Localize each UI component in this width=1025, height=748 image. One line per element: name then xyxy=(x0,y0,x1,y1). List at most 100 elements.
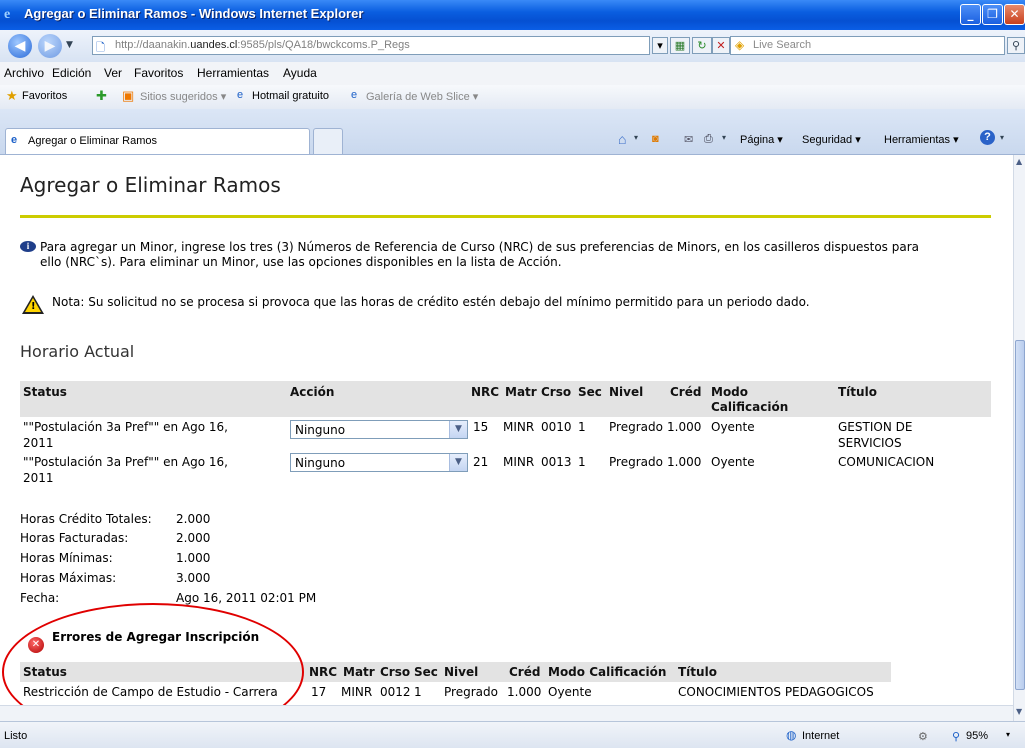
err-row-titulo: CONOCIMIENTOS PEDAGOGICOS xyxy=(678,685,874,699)
minimize-button[interactable]: _ xyxy=(960,4,981,25)
schedule-title: Horario Actual xyxy=(20,342,135,361)
fav-item-sugeridos[interactable]: Sitios sugeridos ▾ xyxy=(140,90,226,103)
page-content: Agregar o Eliminar Ramos i Para agregar … xyxy=(0,155,1013,705)
add-favorites-icon[interactable]: ✚ xyxy=(96,88,107,104)
fav-item-hotmail[interactable]: Hotmail gratuito xyxy=(252,90,329,102)
row2-nrc: 21 xyxy=(473,455,489,469)
live-search-icon: ◈ xyxy=(735,38,745,52)
summary-label-total: Horas Crédito Totales: xyxy=(20,512,152,526)
scroll-up-icon[interactable]: ▲ xyxy=(1016,157,1022,166)
menu-herramientas[interactable]: Herramientas xyxy=(197,66,269,80)
horizontal-scrollbar[interactable] xyxy=(0,705,1013,722)
vertical-scroll-thumb[interactable] xyxy=(1015,340,1025,690)
url-prefix: http://daanakin. xyxy=(115,39,191,51)
warning-icon-mark: ! xyxy=(31,301,36,312)
row2-accion-select[interactable]: Ninguno ▼ xyxy=(290,453,468,472)
err-th-crso: Crso xyxy=(380,665,411,679)
row1-nrc: 15 xyxy=(473,420,489,434)
title-rule xyxy=(20,215,991,218)
cmd-pagina[interactable]: Página ▾ xyxy=(740,133,783,146)
ie-page-icon: e xyxy=(237,89,244,101)
menu-ver[interactable]: Ver xyxy=(104,66,122,80)
status-bar: Listo ◍ Internet ⚙ ⚲ 95% ▾ xyxy=(0,721,1025,748)
row1-status-year: 2011 xyxy=(23,436,54,450)
search-placeholder: Live Search xyxy=(753,39,812,51)
forward-button[interactable]: ▶ xyxy=(38,34,62,58)
search-button[interactable]: ⚲ xyxy=(1007,37,1025,54)
row2-matr: MINR xyxy=(503,455,535,469)
summary-label-fecha: Fecha: xyxy=(20,591,60,605)
row2-crso: 0013 xyxy=(541,455,572,469)
row1-modo: Oyente xyxy=(711,420,755,434)
home-icon[interactable]: ⌂ xyxy=(618,131,626,147)
row1-titulo: GESTION DE xyxy=(838,420,913,434)
row2-cred: 1.000 xyxy=(667,455,702,469)
search-input[interactable]: ◈ Live Search xyxy=(730,36,1005,55)
th-titulo: Título xyxy=(838,385,877,399)
home-dropdown-icon[interactable]: ▾ xyxy=(634,133,638,142)
help-icon[interactable]: ? xyxy=(980,130,995,145)
err-row-nivel: Pregrado xyxy=(444,685,498,699)
feeds-icon[interactable]: ◙ xyxy=(652,133,659,145)
cmd-seguridad[interactable]: Seguridad ▾ xyxy=(802,133,861,146)
row2-accion-value: Ninguno xyxy=(295,456,346,470)
mail-icon[interactable]: ✉ xyxy=(684,133,693,146)
err-th-modo: Modo Calificación xyxy=(548,665,667,679)
cmd-herramientas[interactable]: Herramientas ▾ xyxy=(884,133,959,146)
menu-edicion[interactable]: Edición xyxy=(52,66,91,80)
row1-accion-select[interactable]: Ninguno ▼ xyxy=(290,420,468,439)
th-sec: Sec xyxy=(578,385,602,399)
err-row-sec: 1 xyxy=(414,685,422,699)
zoom-icon[interactable]: ⚲ xyxy=(952,730,960,743)
compatibility-view-icon[interactable]: ▦ xyxy=(670,37,690,54)
help-dropdown-icon[interactable]: ▾ xyxy=(1000,133,1004,142)
address-dropdown-button[interactable]: ▾ xyxy=(652,37,668,54)
favorites-star-icon: ★ xyxy=(6,88,18,103)
menu-archivo[interactable]: Archivo xyxy=(4,66,44,80)
zoom-level[interactable]: 95% xyxy=(966,730,988,742)
zoom-dropdown-icon[interactable]: ▾ xyxy=(1006,730,1010,739)
tab-agregar[interactable]: e Agregar o Eliminar Ramos xyxy=(5,128,310,154)
protected-mode-icon[interactable]: ⚙ xyxy=(918,730,928,743)
refresh-icon[interactable]: ↻ xyxy=(692,37,712,54)
err-row-modo: Oyente xyxy=(548,685,592,699)
forward-arrow-icon: ▶ xyxy=(44,38,56,54)
page-title: Agregar o Eliminar Ramos xyxy=(20,173,281,197)
new-tab-button[interactable] xyxy=(313,128,343,154)
th-modo: Modo xyxy=(711,385,749,399)
chevron-down-icon[interactable]: ▼ xyxy=(449,454,467,471)
page-icon: 🗋 xyxy=(96,41,105,54)
address-input[interactable]: 🗋 http://daanakin.uandes.cl:9585/pls/QA1… xyxy=(92,36,650,55)
summary-value-maximas: 3.000 xyxy=(176,571,211,585)
print-dropdown-icon[interactable]: ▾ xyxy=(722,133,726,142)
row1-matr: MINR xyxy=(503,420,535,434)
err-th-sec: Sec xyxy=(414,665,438,679)
th-status: Status xyxy=(23,385,67,399)
chevron-down-icon[interactable]: ▼ xyxy=(449,421,467,438)
err-th-nivel: Nivel xyxy=(444,665,479,679)
scroll-down-icon[interactable]: ▼ xyxy=(1016,707,1022,716)
maximize-button[interactable]: ❐ xyxy=(982,4,1003,25)
favorites-button[interactable]: Favoritos xyxy=(22,90,67,102)
summary-value-minimas: 1.000 xyxy=(176,551,211,565)
info-icon: i xyxy=(20,241,36,252)
summary-label-minimas: Horas Mínimas: xyxy=(20,551,113,565)
close-button[interactable]: ✕ xyxy=(1004,4,1025,25)
row1-nivel: Pregrado xyxy=(609,420,663,434)
summary-value-total: 2.000 xyxy=(176,512,211,526)
recent-pages-dropdown[interactable]: ▼ xyxy=(66,40,73,50)
row2-status: ""Postulación 3a Pref"" en Ago 16, xyxy=(23,455,228,469)
menu-ayuda[interactable]: Ayuda xyxy=(283,66,317,80)
summary-label-maximas: Horas Máximas: xyxy=(20,571,117,585)
err-th-titulo: Título xyxy=(678,665,717,679)
back-button[interactable]: ◀ xyxy=(8,34,32,58)
row1-sec: 1 xyxy=(578,420,586,434)
th-nivel: Nivel xyxy=(609,385,644,399)
summary-label-facturadas: Horas Facturadas: xyxy=(20,531,129,545)
vertical-scrollbar[interactable]: ▲ ▼ xyxy=(1013,155,1025,721)
stop-icon[interactable]: ✕ xyxy=(712,37,730,54)
print-icon[interactable]: ⎙ xyxy=(704,133,713,146)
tab-label: Agregar o Eliminar Ramos xyxy=(28,135,157,147)
fav-item-webslice[interactable]: Galería de Web Slice ▾ xyxy=(366,90,478,103)
menu-favoritos[interactable]: Favoritos xyxy=(134,66,183,80)
